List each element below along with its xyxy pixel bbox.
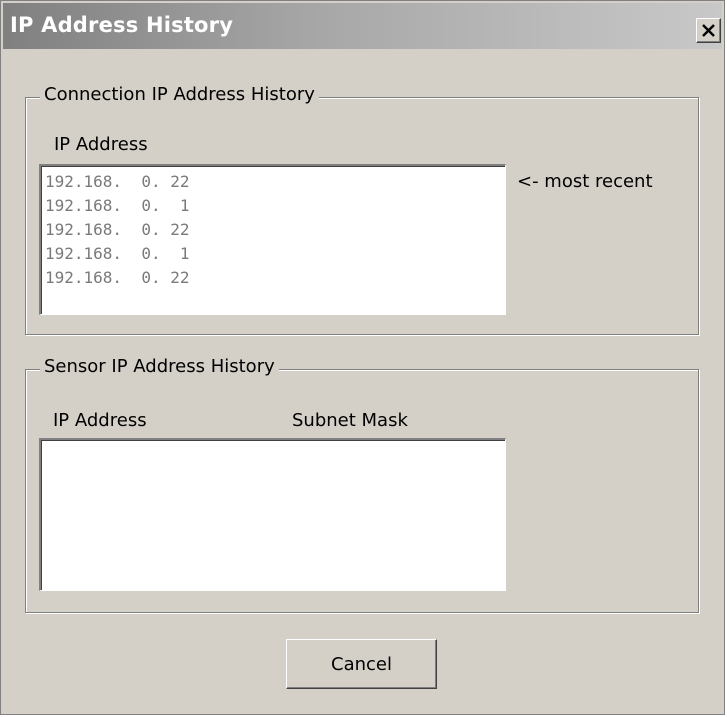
connection-ip-address-header: IP Address bbox=[54, 134, 148, 155]
close-icon bbox=[702, 24, 715, 37]
most-recent-note: <- most recent bbox=[517, 171, 653, 192]
cancel-button[interactable]: Cancel bbox=[286, 639, 437, 689]
connection-group-legend: Connection IP Address History bbox=[40, 84, 319, 105]
sensor-subnet-mask-header: Subnet Mask bbox=[292, 410, 408, 431]
connection-ip-list[interactable]: 192.168. 0. 22 192.168. 0. 1 192.168. 0.… bbox=[39, 164, 506, 315]
list-item[interactable]: 192.168. 0. 22 bbox=[45, 170, 505, 194]
sensor-ip-address-header: IP Address bbox=[53, 410, 147, 431]
list-item[interactable]: 192.168. 0. 22 bbox=[45, 266, 505, 290]
close-button[interactable] bbox=[696, 18, 721, 43]
list-item[interactable]: 192.168. 0. 22 bbox=[45, 218, 505, 242]
title-bar[interactable]: IP Address History bbox=[3, 3, 722, 49]
ip-history-dialog: IP Address History Connection IP Address… bbox=[0, 0, 725, 715]
sensor-ip-list[interactable] bbox=[39, 438, 506, 591]
dialog-title: IP Address History bbox=[10, 13, 234, 37]
list-item[interactable]: 192.168. 0. 1 bbox=[45, 242, 505, 266]
list-item[interactable]: 192.168. 0. 1 bbox=[45, 194, 505, 218]
sensor-group-legend: Sensor IP Address History bbox=[40, 356, 279, 377]
